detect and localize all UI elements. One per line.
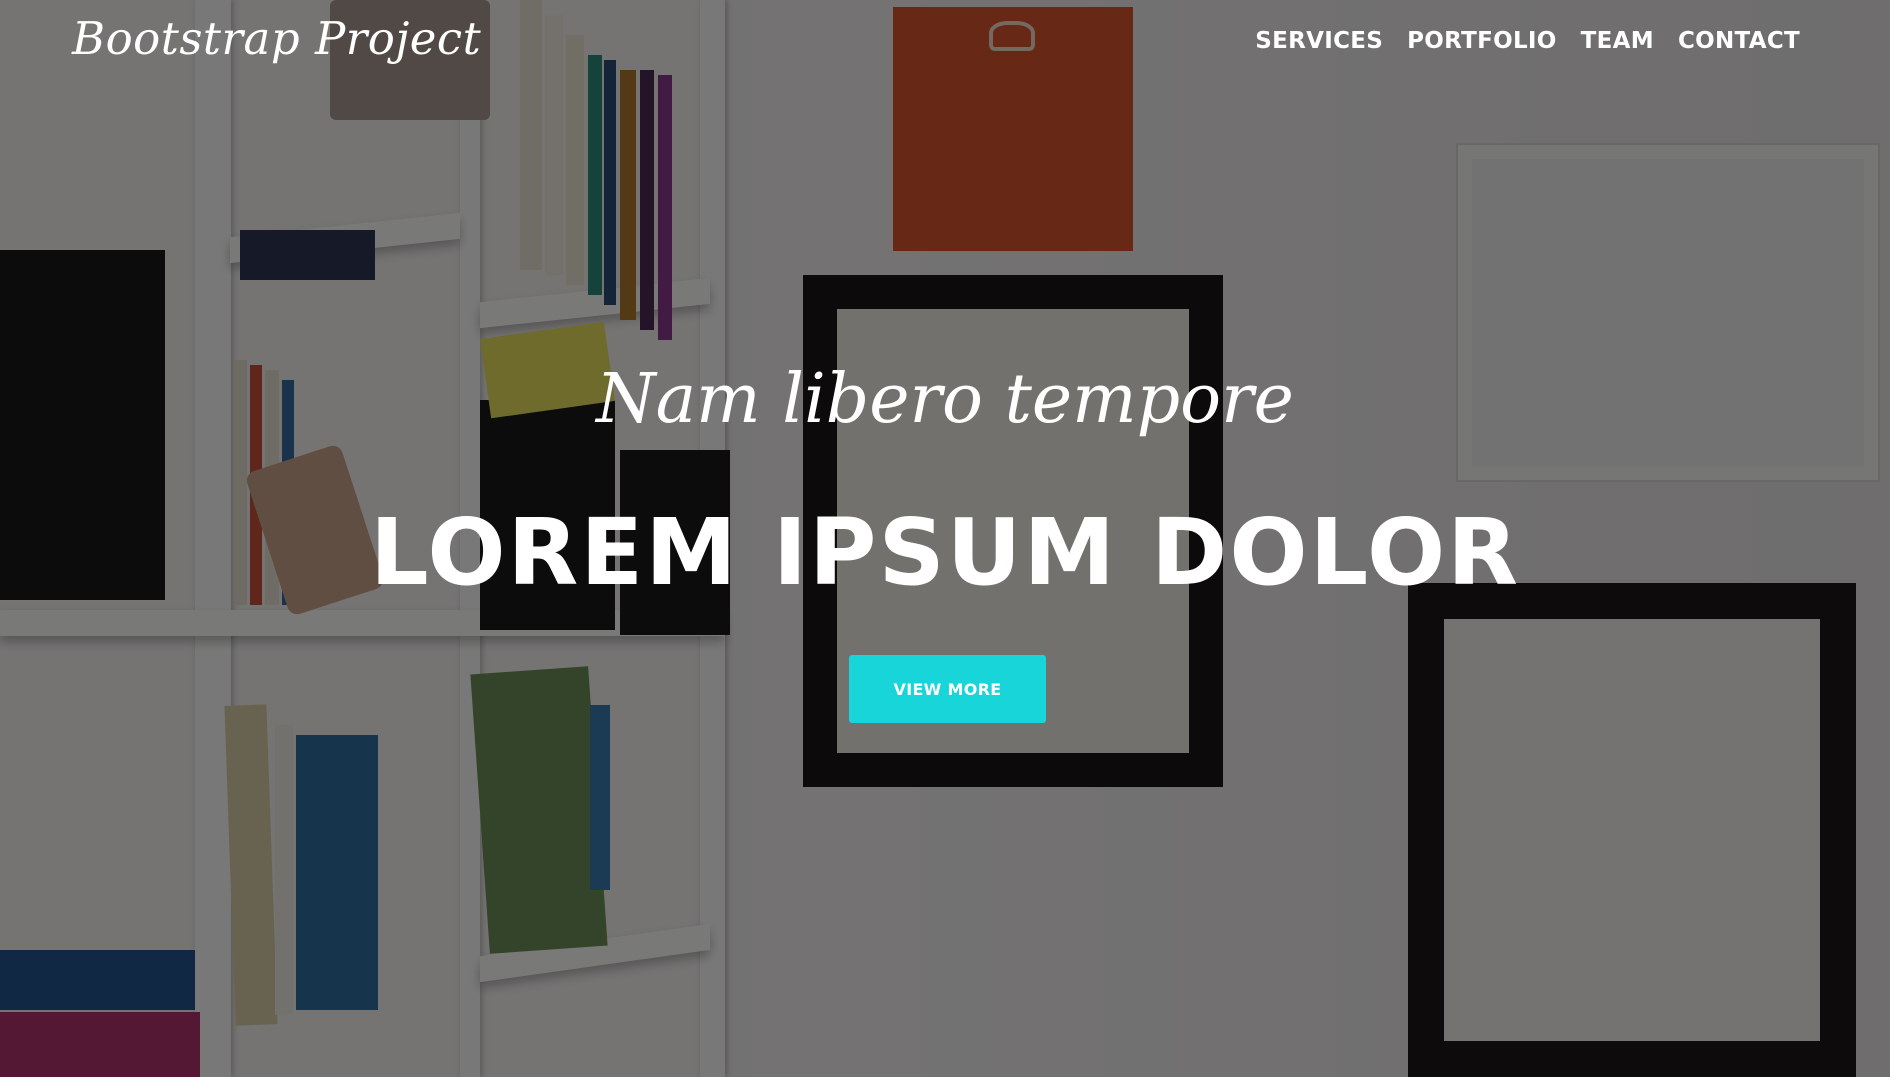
nav-link-services[interactable]: SERVICES: [1243, 28, 1395, 54]
view-more-button[interactable]: VIEW MORE: [849, 655, 1046, 723]
page: Bootstrap Project SERVICES PORTFOLIO TEA…: [0, 0, 1890, 1077]
brand-logo-link[interactable]: Bootstrap Project: [72, 12, 481, 65]
hero-heading: LOREM IPSUM DOLOR: [370, 499, 1520, 606]
nav-link-contact[interactable]: CONTACT: [1666, 28, 1812, 54]
navbar: Bootstrap Project SERVICES PORTFOLIO TEA…: [0, 0, 1890, 90]
nav-links: SERVICES PORTFOLIO TEAM CONTACT: [1243, 28, 1812, 54]
hero-subheading: Nam libero tempore: [596, 360, 1294, 439]
nav-link-team[interactable]: TEAM: [1569, 28, 1666, 54]
nav-link-portfolio[interactable]: PORTFOLIO: [1395, 28, 1569, 54]
